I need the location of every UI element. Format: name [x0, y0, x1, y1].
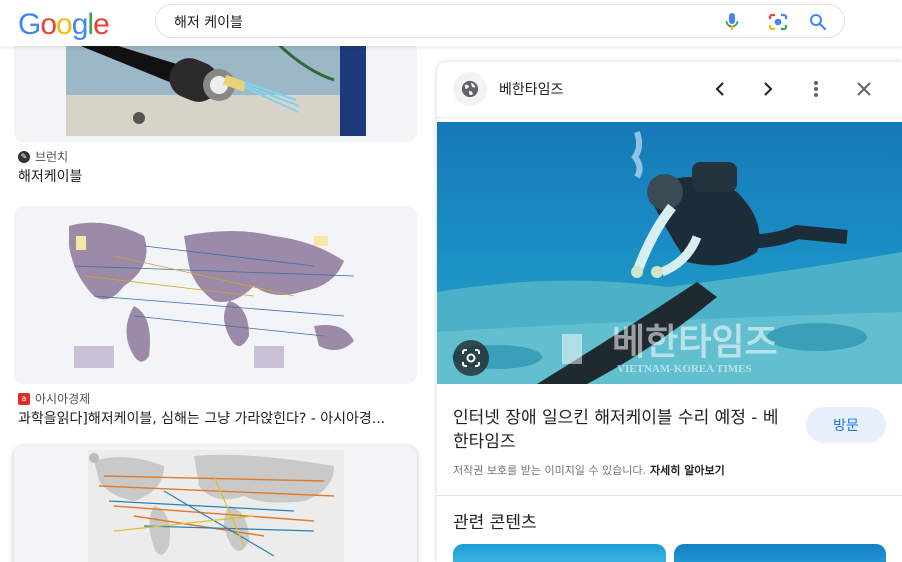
result-source[interactable]: a 아시아경제: [18, 390, 90, 407]
related-content-heading: 관련 콘텐츠: [453, 513, 537, 533]
camera-icon[interactable]: [766, 12, 790, 32]
related-thumbnail[interactable]: [674, 544, 886, 562]
panel-header: 베한타임즈: [437, 62, 902, 118]
result-image-card[interactable]: [14, 206, 417, 384]
divider: [437, 495, 902, 496]
logo-letter: e: [93, 8, 110, 41]
result-title[interactable]: 해저케이블: [18, 166, 418, 186]
learn-more-link[interactable]: 자세히 알아보기: [650, 464, 725, 477]
microphone-icon[interactable]: [722, 12, 742, 32]
search-box: [155, 4, 845, 38]
diver-cable-photo: 베한타임즈 VIETNAM-KOREA TIMES: [437, 122, 902, 384]
visit-button[interactable]: 방문: [806, 407, 886, 443]
top-bar: Google: [0, 0, 902, 46]
source-name: 브런치: [35, 150, 69, 164]
copyright-notice: 저작권 보호를 받는 이미지일 수 있습니다. 자세히 알아보기: [453, 462, 725, 478]
chevron-left-icon[interactable]: [707, 76, 733, 102]
preview-title[interactable]: 인터넷 장애 일으킨 해저케이블 수리 예정 - 베한타임즈: [453, 406, 793, 454]
watermark-text-en: VIETNAM-KOREA TIMES: [617, 363, 752, 375]
world-cable-map-image: [62, 212, 370, 376]
google-logo[interactable]: Google: [18, 8, 110, 42]
watermark-text-ko: 베한타임즈: [612, 321, 778, 362]
result-source[interactable]: ✎ 브런치: [18, 148, 68, 165]
search-input[interactable]: [174, 11, 694, 33]
logo-letter: g: [71, 8, 89, 41]
lens-icon[interactable]: [453, 340, 489, 376]
panel-site-name[interactable]: 베한타임즈: [499, 79, 563, 99]
source-name: 아시아경제: [35, 392, 91, 406]
more-vert-icon[interactable]: [803, 76, 829, 102]
preview-image[interactable]: 베한타임즈 VIETNAM-KOREA TIMES: [437, 122, 902, 384]
logo-letter: o: [56, 8, 73, 41]
result-image-card[interactable]: [14, 46, 417, 142]
chevron-right-icon[interactable]: [755, 76, 781, 102]
close-icon[interactable]: [851, 76, 877, 102]
image-results-column: ✎ 브런치 해저케이블 a 아시아경제 과학을읽다]해저케이블, 심해는 그냥 …: [0, 46, 430, 562]
asiae-favicon-icon: a: [18, 392, 30, 405]
copyright-text: 저작권 보호를 받는 이미지일 수 있습니다.: [453, 464, 647, 477]
result-image-card[interactable]: [14, 446, 417, 562]
logo-letter: G: [18, 8, 41, 41]
cable-cross-section-image: [66, 46, 366, 136]
related-thumbnail[interactable]: [453, 544, 666, 562]
logo-letter: o: [40, 8, 57, 41]
search-icon[interactable]: [808, 12, 828, 32]
globe-icon: [453, 72, 487, 106]
global-cable-routes-image: [88, 450, 344, 562]
result-title[interactable]: 과학을읽다]해저케이블, 심해는 그냥 가라앉힌다? - 아시아경...: [18, 408, 418, 428]
image-preview-panel: 베한타임즈 베한타임즈 VIETNAM-KOREA TIMES 인터넷 장애 일…: [437, 62, 902, 562]
brunch-favicon-icon: ✎: [18, 150, 30, 163]
